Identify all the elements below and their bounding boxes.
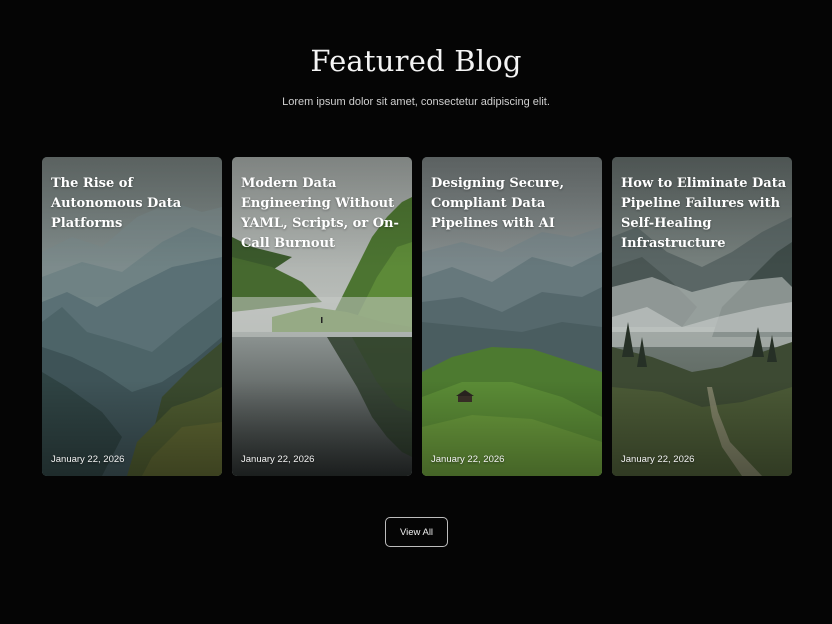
blog-card[interactable]: Designing Secure, Compliant Data Pipelin…: [422, 157, 602, 476]
blog-card-title[interactable]: How to Eliminate Data Pipeline Failures …: [621, 174, 787, 254]
blog-card-title[interactable]: Modern Data Engineering Without YAML, Sc…: [241, 174, 407, 254]
blog-card-date: January 22, 2026: [241, 454, 315, 465]
blog-card-date: January 22, 2026: [51, 454, 125, 465]
blog-card-date: January 22, 2026: [621, 454, 695, 465]
section-title: Featured Blog: [310, 44, 522, 78]
blog-card[interactable]: The Rise of Autonomous Data Platforms Ja…: [42, 157, 222, 476]
view-all-button[interactable]: View All: [385, 517, 448, 547]
section-subtitle: Lorem ipsum dolor sit amet, consectetur …: [282, 96, 550, 108]
blog-card-title[interactable]: Designing Secure, Compliant Data Pipelin…: [431, 174, 597, 234]
blog-card-date: January 22, 2026: [431, 454, 505, 465]
featured-blog-section: Featured Blog Lorem ipsum dolor sit amet…: [0, 0, 832, 624]
blog-card[interactable]: Modern Data Engineering Without YAML, Sc…: [232, 157, 412, 476]
blog-card-list: The Rise of Autonomous Data Platforms Ja…: [42, 157, 792, 476]
blog-card-title[interactable]: The Rise of Autonomous Data Platforms: [51, 174, 217, 234]
blog-card[interactable]: How to Eliminate Data Pipeline Failures …: [612, 157, 792, 476]
